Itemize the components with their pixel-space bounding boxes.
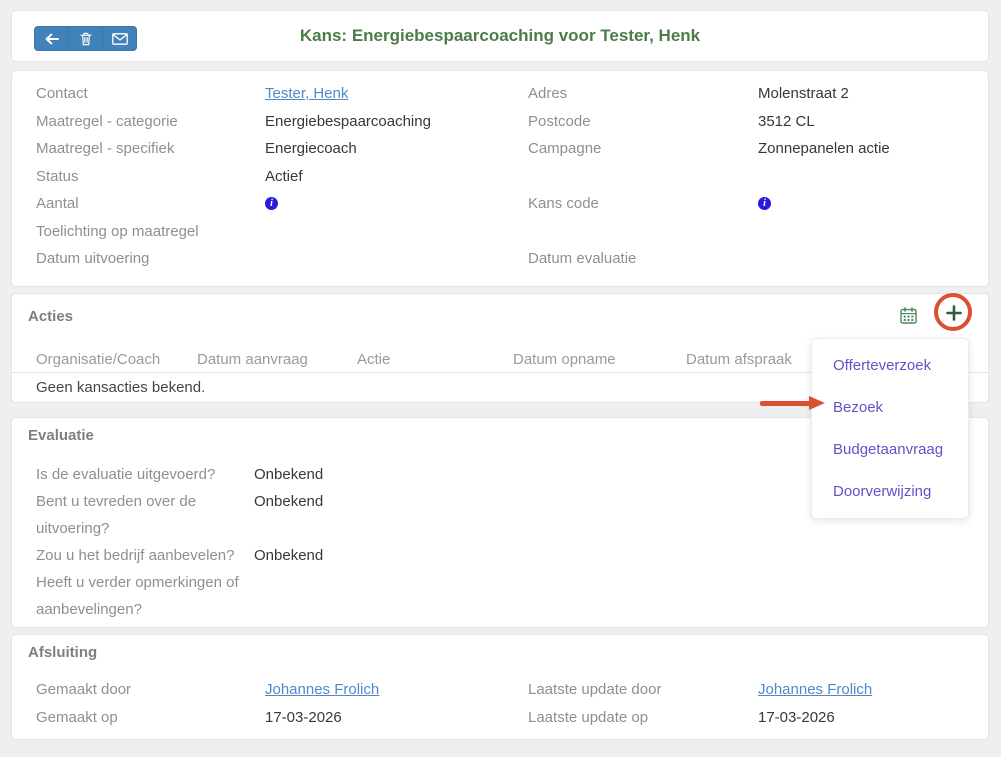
field-row-postcode: Postcode 3512 CL bbox=[528, 108, 988, 136]
contact-link[interactable]: Tester, Henk bbox=[265, 85, 348, 102]
menu-item-bezoek[interactable]: Bezoek bbox=[812, 387, 968, 429]
field-row-campagne: Campagne Zonnepanelen actie bbox=[528, 135, 988, 163]
field-row-adres: Adres Molenstraat 2 bbox=[528, 80, 988, 108]
field-row-datum-evaluatie: Datum evaluatie bbox=[528, 245, 988, 273]
mail-button[interactable] bbox=[102, 26, 137, 51]
afsluiting-card: Afsluiting Gemaakt door Johannes Frolich… bbox=[11, 634, 989, 740]
field-row-gemaakt-op: Gemaakt op 17-03-2026 bbox=[36, 703, 500, 731]
field-label: Postcode bbox=[528, 113, 758, 130]
field-row-laatste-update-op: Laatste update op 17-03-2026 bbox=[528, 703, 988, 731]
field-value: Energiecoach bbox=[265, 140, 357, 157]
afsluiting-left-column: Gemaakt door Johannes Frolich Gemaakt op… bbox=[12, 675, 500, 731]
field-value: Zonnepanelen actie bbox=[758, 140, 890, 157]
acties-section-title: Acties bbox=[12, 304, 988, 330]
eval-row-opmerkingen: Heeft u verder opmerkingen of aanbevelin… bbox=[12, 569, 988, 623]
back-button[interactable] bbox=[34, 26, 69, 51]
menu-item-offerteverzoek[interactable]: Offerteverzoek bbox=[812, 345, 968, 387]
eval-row-aanbevelen: Zou u het bedrijf aanbevelen? Onbekend bbox=[12, 542, 988, 569]
add-action-menu: Offerteverzoek Bezoek Budgetaanvraag Doo… bbox=[811, 338, 969, 519]
spacer-row bbox=[528, 218, 988, 246]
info-icon[interactable] bbox=[758, 197, 771, 210]
field-label: Toelichting op maatregel bbox=[36, 223, 265, 240]
field-label: Contact bbox=[36, 85, 265, 102]
plus-icon bbox=[946, 305, 962, 321]
field-label: Status bbox=[36, 168, 265, 185]
page-title: Kans: Energiebespaarcoaching voor Tester… bbox=[12, 11, 988, 61]
field-label: Kans code bbox=[528, 195, 758, 212]
column-header: Datum opname bbox=[513, 351, 686, 368]
field-label: Datum uitvoering bbox=[36, 250, 265, 267]
details-left-column: Contact Tester, Henk Maatregel - categor… bbox=[12, 80, 500, 273]
field-row-maatregel-specifiek: Maatregel - specifiek Energiecoach bbox=[36, 135, 500, 163]
afsluiting-right-column: Laatste update door Johannes Frolich Laa… bbox=[500, 675, 988, 731]
info-icon[interactable] bbox=[265, 197, 278, 210]
field-value bbox=[254, 569, 964, 623]
field-label: Laatste update door bbox=[528, 681, 758, 698]
arrow-left-icon bbox=[45, 33, 59, 45]
toolbar bbox=[34, 26, 137, 51]
field-label: Maatregel - specifiek bbox=[36, 140, 265, 157]
field-value: 17-03-2026 bbox=[265, 709, 342, 726]
column-header: Organisatie/Coach bbox=[36, 351, 197, 368]
envelope-icon bbox=[112, 33, 128, 45]
column-header: Actie bbox=[357, 351, 513, 368]
field-row-toelichting: Toelichting op maatregel bbox=[36, 218, 500, 246]
field-value: 17-03-2026 bbox=[758, 709, 835, 726]
field-label: Gemaakt door bbox=[36, 681, 265, 698]
field-value: 3512 CL bbox=[758, 113, 815, 130]
field-row-gemaakt-door: Gemaakt door Johannes Frolich bbox=[36, 675, 500, 703]
field-row-kans-code: Kans code bbox=[528, 190, 988, 218]
field-label: Aantal bbox=[36, 195, 265, 212]
field-label: Bent u tevreden over de uitvoering? bbox=[36, 488, 254, 542]
calendar-button[interactable] bbox=[900, 307, 917, 327]
menu-item-budgetaanvraag[interactable]: Budgetaanvraag bbox=[812, 429, 968, 471]
laatste-update-door-link[interactable]: Johannes Frolich bbox=[758, 681, 872, 698]
field-label: Heeft u verder opmerkingen of aanbevelin… bbox=[36, 569, 254, 623]
field-row-aantal: Aantal bbox=[36, 190, 500, 218]
field-label: Zou u het bedrijf aanbevelen? bbox=[36, 542, 254, 569]
field-value: Onbekend bbox=[254, 542, 964, 569]
column-header: Datum aanvraag bbox=[197, 351, 357, 368]
delete-button[interactable] bbox=[68, 26, 103, 51]
trash-icon bbox=[80, 32, 92, 46]
spacer-row bbox=[528, 163, 988, 191]
add-action-button[interactable] bbox=[946, 305, 962, 324]
field-label: Campagne bbox=[528, 140, 758, 157]
afsluiting-section-title: Afsluiting bbox=[12, 640, 988, 666]
details-card: Contact Tester, Henk Maatregel - categor… bbox=[11, 70, 989, 287]
kans-detail-page: Kans: Energiebespaarcoaching voor Tester… bbox=[0, 0, 1001, 757]
field-row-laatste-update-door: Laatste update door Johannes Frolich bbox=[528, 675, 988, 703]
field-row-contact: Contact Tester, Henk bbox=[36, 80, 500, 108]
field-value: Energiebespaarcoaching bbox=[265, 113, 431, 130]
field-label: Is de evaluatie uitgevoerd? bbox=[36, 461, 254, 488]
field-label: Adres bbox=[528, 85, 758, 102]
field-value: Actief bbox=[265, 168, 303, 185]
field-label: Laatste update op bbox=[528, 709, 758, 726]
field-label: Maatregel - categorie bbox=[36, 113, 265, 130]
field-row-maatregel-categorie: Maatregel - categorie Energiebespaarcoac… bbox=[36, 108, 500, 136]
calendar-icon bbox=[900, 307, 917, 324]
field-label: Datum evaluatie bbox=[528, 250, 758, 267]
menu-item-doorverwijzing[interactable]: Doorverwijzing bbox=[812, 471, 968, 513]
field-row-datum-uitvoering: Datum uitvoering bbox=[36, 245, 500, 273]
field-value: Molenstraat 2 bbox=[758, 85, 849, 102]
field-label: Gemaakt op bbox=[36, 709, 265, 726]
details-right-column: Adres Molenstraat 2 Postcode 3512 CL Cam… bbox=[500, 80, 988, 273]
header-card: Kans: Energiebespaarcoaching voor Tester… bbox=[11, 10, 989, 62]
field-row-status: Status Actief bbox=[36, 163, 500, 191]
gemaakt-door-link[interactable]: Johannes Frolich bbox=[265, 681, 379, 698]
